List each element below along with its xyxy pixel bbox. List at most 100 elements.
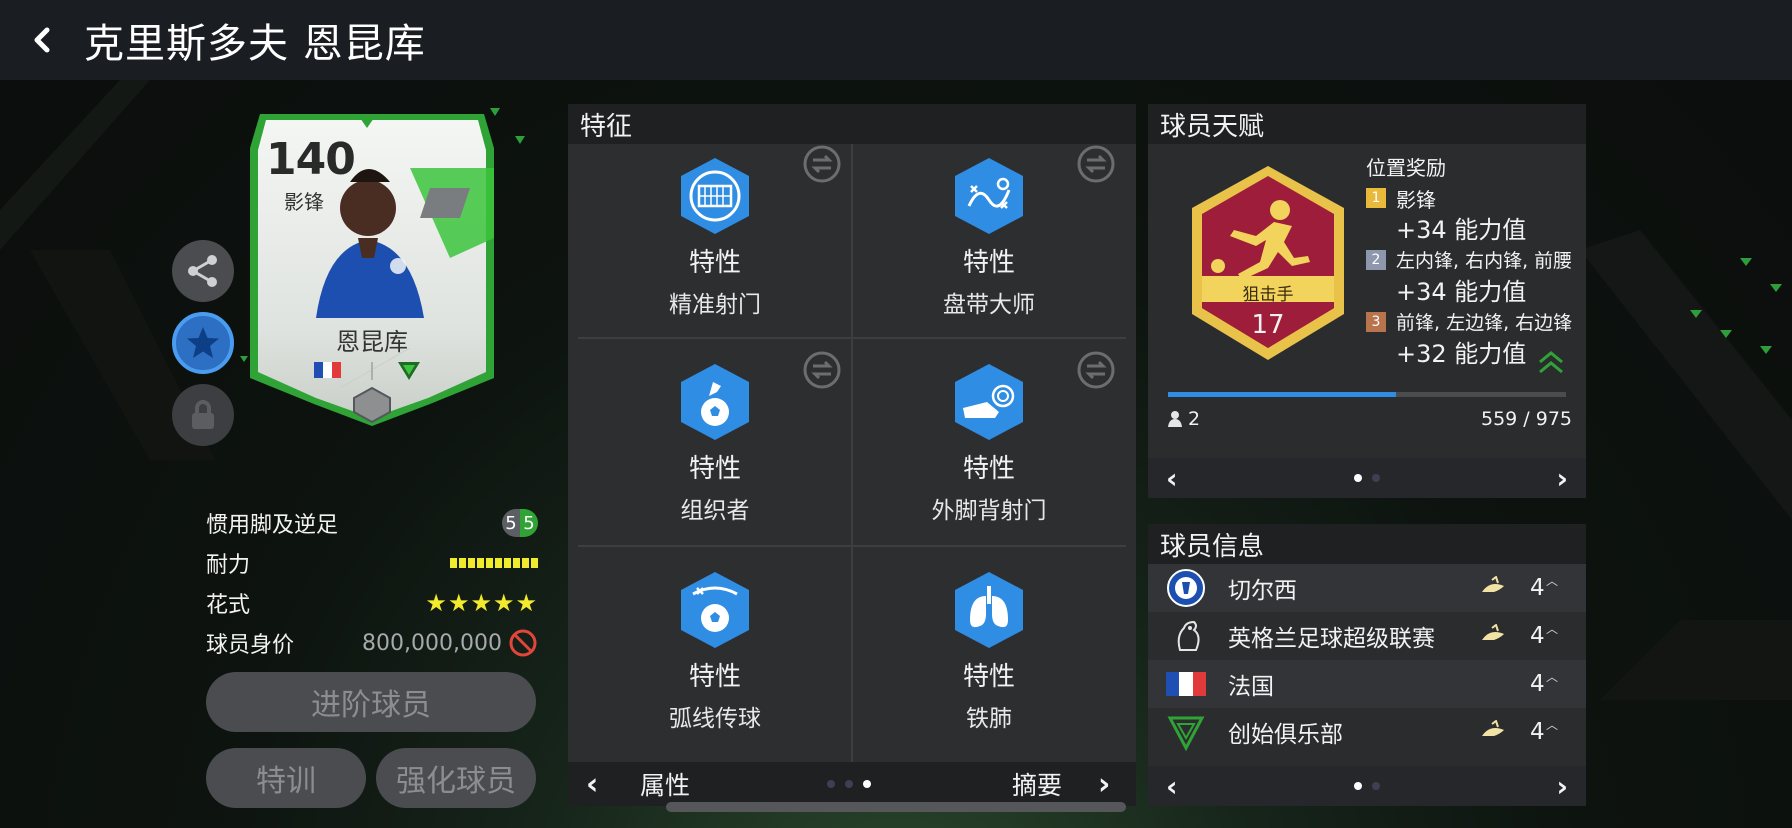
page-dot-active: [863, 780, 871, 788]
bonus-value: +34 能力值: [1396, 216, 1527, 244]
swap-icon[interactable]: [802, 144, 842, 184]
stamina-bar: [450, 558, 538, 568]
trait-card[interactable]: 特性 精准射门: [578, 144, 852, 351]
info-row-label: 创始俱乐部: [1228, 722, 1343, 748]
chevron-left-icon: [34, 27, 50, 53]
trait-type: 特性: [962, 248, 1015, 278]
curve-pass-icon: [681, 572, 749, 648]
info-pager: ‹ ›: [1148, 766, 1586, 806]
star-icon: [187, 327, 219, 358]
traits-prev-label[interactable]: 属性: [640, 766, 690, 802]
page-title: 克里斯多夫 恩昆库: [84, 21, 426, 67]
horizontal-scrollbar[interactable]: [666, 802, 1126, 812]
info-row-level: 4: [1530, 719, 1545, 745]
stamina-segment: [486, 558, 493, 568]
trait-type: 特性: [962, 454, 1015, 484]
lock-icon: [192, 400, 214, 429]
info-row-level: 4: [1530, 575, 1545, 601]
advance-player-button[interactable]: 进阶球员: [206, 672, 536, 732]
price-label: 球员身价: [206, 633, 295, 658]
traits-next-button[interactable]: ›: [1098, 767, 1110, 802]
trait-type: 特性: [962, 662, 1015, 692]
premier-league-icon: [1177, 620, 1200, 651]
weak-foot-value-right: 5: [520, 509, 538, 537]
talent-badge-level: 17: [1251, 310, 1285, 340]
page-dots: [822, 780, 876, 788]
bonus-value: +32 能力值: [1396, 340, 1527, 368]
card-rating: 140: [266, 134, 356, 185]
page-dot-active: [1354, 782, 1362, 790]
trait-card[interactable]: 特性 外脚背射门: [852, 350, 1126, 557]
stamina-label: 耐力: [206, 553, 251, 578]
stamina-segment: [531, 558, 538, 568]
share-icon: [188, 255, 217, 287]
stamina-segment: [477, 558, 484, 568]
info-row-label: 法国: [1228, 674, 1274, 700]
page-dots: [1349, 782, 1385, 790]
trait-name: 盘带大师: [943, 292, 1035, 318]
stamina-segment: [522, 558, 529, 568]
skill-row: 花式 ★★★★★: [206, 586, 538, 620]
trait-type: 特性: [688, 662, 741, 692]
talent-progress-fill: [1168, 392, 1397, 397]
stamina-segment: [504, 558, 511, 568]
bonus-rank: 3: [1366, 312, 1386, 332]
lock-button[interactable]: [172, 384, 234, 446]
talent-badge-name: 狙击手: [1242, 285, 1294, 305]
info-row-nation[interactable]: 法国 4 ︿: [1148, 660, 1586, 708]
page-dot: [827, 780, 835, 788]
untradeable-icon: [509, 629, 537, 657]
page-dot: [1372, 782, 1380, 790]
traits-next-label[interactable]: 摘要: [1012, 766, 1062, 802]
enhance-player-button[interactable]: 强化球员: [376, 748, 536, 808]
info-row-level: 4: [1530, 671, 1545, 697]
info-prev-button[interactable]: ‹: [1166, 770, 1178, 803]
info-row-league[interactable]: 英格兰足球超级联赛 4 ︿: [1148, 612, 1586, 660]
traits-panel: 特征 特性 精准射门 特性 盘带大师 特性 组织者 特性 外脚背射门 特性 弧线…: [568, 104, 1136, 806]
player-card[interactable]: 140 影锋 恩昆库: [250, 108, 494, 426]
trait-card[interactable]: 特性 弧线传球: [578, 558, 852, 765]
back-button[interactable]: [0, 0, 84, 80]
weak-foot-value-left: 5: [502, 509, 520, 537]
swap-icon[interactable]: [802, 350, 842, 390]
dribble-path-icon: [955, 158, 1023, 234]
swap-icon[interactable]: [1076, 144, 1116, 184]
stamina-segment: [495, 558, 502, 568]
traits-pager: ‹ 属性 摘要 ›: [568, 762, 1136, 806]
position-bonus-title: 位置奖励: [1366, 156, 1446, 180]
level-up-icon: ︿: [1546, 622, 1559, 636]
trait-card[interactable]: 特性 组织者: [578, 350, 852, 557]
info-row-founders[interactable]: 创始俱乐部 4 ︿: [1148, 708, 1586, 756]
trait-name: 精准射门: [669, 292, 761, 318]
level-up-icon: ︿: [1546, 574, 1559, 588]
info-row-club[interactable]: 切尔西 4 ︿: [1148, 564, 1586, 612]
info-row-level: 4: [1530, 623, 1545, 649]
bonus-positions: 左内锋, 右内锋, 前腰: [1396, 250, 1573, 272]
share-button[interactable]: [172, 240, 234, 302]
player-talent-panel: 球员天赋 狙击手 17 位置奖励 1 影锋 +34 能力值 2 左内锋, 右内锋…: [1148, 104, 1586, 498]
skill-label: 花式: [206, 593, 251, 618]
talent-title: 球员天赋: [1148, 104, 1586, 144]
double-chevron-up-icon[interactable]: [1536, 350, 1566, 376]
info-next-button[interactable]: ›: [1556, 770, 1568, 803]
talent-next-button[interactable]: ›: [1556, 462, 1568, 495]
playmaker-icon: [681, 364, 749, 440]
traits-grid: 特性 精准射门 特性 盘带大师 特性 组织者 特性 外脚背射门 特性 弧线传球 …: [578, 144, 1126, 766]
info-row-label: 切尔西: [1228, 578, 1297, 604]
training-button[interactable]: 特训: [206, 748, 366, 808]
swap-icon[interactable]: [1076, 350, 1116, 390]
talent-progress-track: [1168, 392, 1566, 397]
stamina-row: 耐力: [206, 546, 538, 580]
talent-prev-button[interactable]: ‹: [1166, 462, 1178, 495]
stamina-segment: [513, 558, 520, 568]
trait-card[interactable]: 特性 铁肺: [852, 558, 1126, 765]
stamina-segment: [459, 558, 466, 568]
france-flag-icon: [1166, 672, 1206, 696]
trait-card[interactable]: 特性 盘带大师: [852, 144, 1126, 351]
talent-pager: ‹ ›: [1148, 458, 1586, 498]
card-position: 影锋: [284, 190, 324, 214]
bonus-positions: 影锋: [1396, 188, 1436, 212]
traits-prev-button[interactable]: ‹: [586, 767, 598, 802]
favorite-button[interactable]: [172, 312, 234, 374]
trait-name: 铁肺: [966, 706, 1012, 732]
